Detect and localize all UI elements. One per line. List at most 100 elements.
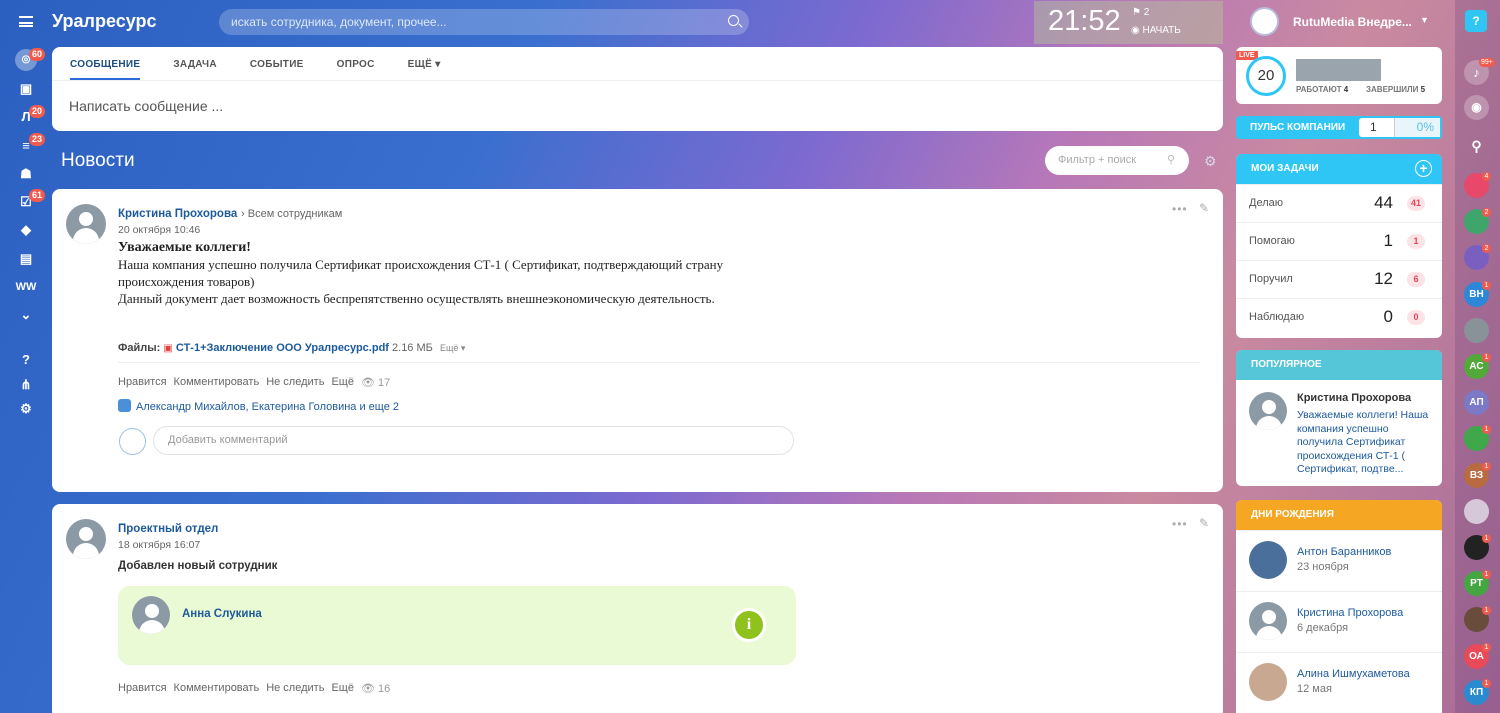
sitemap-icon[interactable]: ⋔: [14, 375, 38, 395]
company-pulse[interactable]: ПУЛЬС КОМПАНИИ 1 0%: [1236, 116, 1442, 139]
chat-avatar[interactable]: [1464, 498, 1489, 524]
work-clock[interactable]: 21:52 ⚑ 2 ◉ НАЧАТЬ: [1034, 1, 1223, 44]
live-widget[interactable]: LIVE 20 РАБОТАЮТ 4 ЗАВЕРШИЛИ 5: [1236, 47, 1442, 104]
tab-more-label: ЕЩЁ: [407, 59, 433, 70]
employee-name[interactable]: Анна Слукина: [182, 608, 262, 620]
pin-icon[interactable]: ✎: [1199, 201, 1210, 215]
page-title: Новости: [61, 150, 135, 171]
more-options-icon[interactable]: •••: [1172, 517, 1188, 531]
post-date[interactable]: 20 октября 10:46: [118, 224, 200, 236]
divider: [52, 80, 1223, 81]
flag-icon: ⚑ 2: [1132, 7, 1150, 18]
contact-card-icon[interactable]: ▣: [14, 79, 38, 99]
task-value: 44: [1374, 193, 1393, 212]
my-tasks-header[interactable]: МОИ ЗАДАЧИ +: [1236, 154, 1442, 184]
help-icon[interactable]: ?: [1465, 10, 1487, 32]
post-text-line: Данный документ дает возможность беспреп…: [118, 291, 715, 306]
company-logo[interactable]: Уралресурс: [52, 11, 157, 32]
chevron-down-icon: ▼: [1420, 15, 1429, 25]
robot-icon[interactable]: ☗: [14, 164, 38, 184]
unfollow-button[interactable]: Не следить: [266, 376, 324, 389]
unfollow-button[interactable]: Не следить: [266, 682, 324, 695]
popular-widget: ПОПУЛЯРНОЕ Кристина Прохорова Уважаемые …: [1236, 350, 1442, 486]
comment-button[interactable]: Комментировать: [174, 376, 260, 389]
popular-author[interactable]: Кристина Прохорова: [1297, 392, 1411, 404]
gear-icon[interactable]: ⚙: [1204, 153, 1217, 170]
popular-header: ПОПУЛЯРНОЕ: [1236, 350, 1442, 380]
comment-input[interactable]: Добавить комментарий: [153, 426, 794, 455]
more-options-icon[interactable]: •••: [1172, 202, 1188, 216]
pulse-percent: 0%: [1394, 118, 1440, 137]
likes-list[interactable]: Александр Михайлов, Екатерина Головина и…: [118, 399, 399, 413]
file-more-button[interactable]: Ещё ▾: [440, 343, 465, 353]
task-value: 12: [1374, 269, 1393, 288]
search-icon[interactable]: [728, 15, 739, 26]
chat-icon[interactable]: ◉: [1464, 95, 1489, 120]
task-row[interactable]: Помогаю 1 1: [1236, 222, 1442, 260]
post-author[interactable]: Проектный отдел: [118, 523, 218, 535]
chat-unread-count: 2: [1482, 244, 1491, 254]
task-row[interactable]: Делаю 44 41: [1236, 184, 1442, 222]
post-date[interactable]: 18 октября 16:07: [118, 539, 200, 551]
task-row[interactable]: Поручил 12 6: [1236, 260, 1442, 298]
birthday-item[interactable]: Алина Ишмухаметова 12 мая: [1236, 652, 1442, 713]
menu-icon[interactable]: [19, 16, 33, 27]
employee-avatar[interactable]: [132, 596, 170, 634]
file-link[interactable]: СТ-1+Заключение ООО Уралресурс.pdf: [176, 342, 389, 354]
start-workday-button[interactable]: ◉ НАЧАТЬ: [1131, 25, 1181, 36]
add-task-icon[interactable]: +: [1415, 160, 1432, 177]
notification-count: 99+: [1479, 58, 1495, 67]
chat-unread-count: 1: [1482, 570, 1491, 580]
search-input[interactable]: искать сотрудника, документ, прочее...: [219, 9, 749, 35]
task-row[interactable]: Наблюдаю 0 0: [1236, 298, 1442, 336]
tab-event[interactable]: СОБЫТИЕ: [250, 59, 304, 80]
tab-message[interactable]: СООБЩЕНИЕ: [70, 59, 141, 80]
post-composer: СООБЩЕНИЕ ЗАДАЧА СОБЫТИЕ ОПРОС ЕЩЁ ▾ Нап…: [52, 47, 1223, 131]
box-icon[interactable]: ◆: [14, 220, 38, 240]
tab-task[interactable]: ЗАДАЧА: [173, 59, 217, 80]
author-avatar[interactable]: [66, 519, 106, 559]
more-button[interactable]: Ещё: [331, 376, 354, 389]
user-name: RutuMedia Внедре...: [1293, 15, 1412, 29]
help-icon[interactable]: ?: [14, 350, 38, 370]
like-button[interactable]: Нравится: [118, 682, 167, 695]
post-recipient: › Всем сотрудникам: [241, 208, 343, 220]
pin-icon[interactable]: ✎: [1199, 516, 1210, 530]
filter-placeholder: Фильтр + поиск: [1058, 154, 1137, 166]
settings-icon[interactable]: ⚙: [14, 399, 38, 419]
author-avatar[interactable]: [66, 204, 106, 244]
tab-more[interactable]: ЕЩЁ ▾: [408, 59, 441, 80]
sidebar-item-ww[interactable]: WW: [14, 277, 38, 297]
tasks-count: 61: [29, 189, 46, 202]
views-value: 17: [377, 377, 391, 389]
comment-button[interactable]: Комментировать: [174, 682, 260, 695]
birthday-item[interactable]: Кристина Прохорова 6 декабря: [1236, 591, 1442, 652]
tab-poll[interactable]: ОПРОС: [337, 59, 375, 80]
more-button[interactable]: Ещё: [331, 682, 354, 695]
document-icon[interactable]: ▤: [14, 249, 38, 269]
birthday-item[interactable]: Антон Баранников 23 ноября: [1236, 530, 1442, 591]
popular-text[interactable]: Уважаемые коллеги! Наша компания успешно…: [1297, 409, 1435, 477]
post-text-line: Наша компания успешно получила Сертифика…: [118, 257, 724, 272]
chevron-down-icon[interactable]: ⌄: [14, 305, 38, 325]
clock-time: 21:52: [1048, 5, 1121, 37]
info-icon: i: [732, 608, 766, 642]
birthday-avatar: [1249, 602, 1287, 640]
chat-avatar[interactable]: АП: [1464, 390, 1489, 416]
birthday-avatar: [1249, 663, 1287, 701]
chat-unread-count: 2: [1482, 208, 1491, 218]
message-input[interactable]: Написать сообщение ...: [69, 98, 223, 114]
like-icon: [118, 399, 131, 412]
chat-avatar[interactable]: [1464, 317, 1489, 343]
filter-search-input[interactable]: Фильтр + поиск ⚲: [1045, 146, 1189, 175]
online-avatars[interactable]: [1296, 59, 1408, 81]
task-badge: 6: [1407, 272, 1425, 287]
right-bar: ? ♪ 99+ ◉ ⚲ 4 2 2 ВН 1 АС 1 АП 1 ВЗ 1 1 РТ 1 1 ОА 1 КП 1: [1455, 0, 1500, 713]
post-author[interactable]: Кристина Прохорова: [118, 208, 237, 220]
like-button[interactable]: Нравится: [118, 376, 167, 389]
birthday-name: Кристина Прохорова: [1297, 607, 1404, 619]
chat-unread-count: 1: [1482, 642, 1491, 652]
post-recipient-label: Всем сотрудникам: [247, 208, 343, 220]
popular-author-avatar[interactable]: [1249, 392, 1287, 430]
search-icon[interactable]: ⚲: [1464, 134, 1489, 159]
